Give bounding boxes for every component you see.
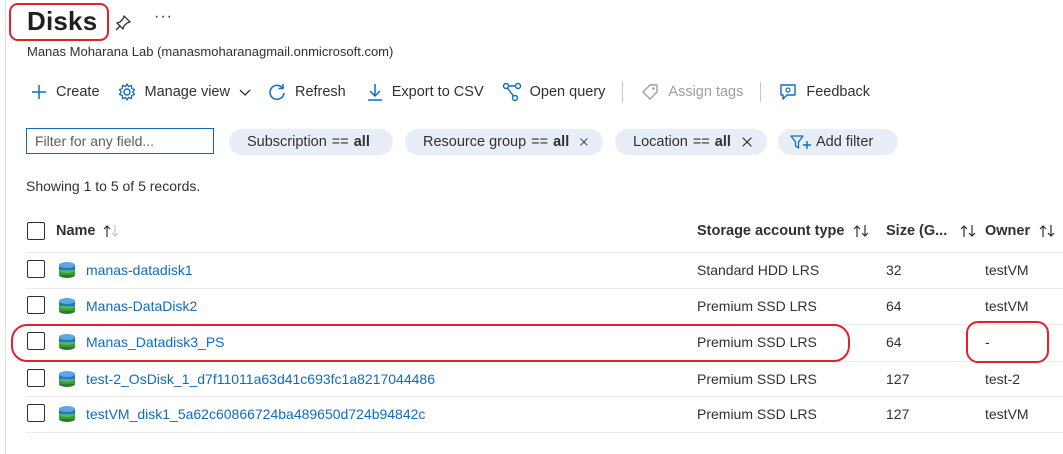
column-header-storage[interactable]: Storage account type <box>697 220 872 242</box>
disk-icon <box>59 371 75 387</box>
row-divider <box>26 396 1063 397</box>
toolbar-divider <box>760 82 762 102</box>
sort-icon <box>103 225 118 237</box>
gear-icon <box>118 83 135 101</box>
create-button[interactable]: Create <box>30 83 100 101</box>
column-header-owner-label: Owner <box>985 223 1031 239</box>
location-filter-value: all <box>714 134 731 150</box>
directory-subtitle: Manas Moharana Lab (manasmoharanagmail.o… <box>27 44 394 59</box>
refresh-icon <box>269 84 285 101</box>
row-divider <box>26 361 1063 362</box>
subscription-filter-operator: == <box>331 134 349 150</box>
owner-cell: testVM <box>985 298 1029 314</box>
size-cell: 64 <box>886 298 902 314</box>
column-header-owner[interactable]: Owner <box>985 220 1058 242</box>
owner-cell: testVM <box>985 406 1029 422</box>
location-filter-pill[interactable]: Location == all <box>615 129 767 155</box>
size-cell: 127 <box>886 406 910 422</box>
row-divider <box>26 288 1063 289</box>
disk-name-link[interactable]: testVM_disk1_5a62c60866724ba489650d724b9… <box>86 406 425 422</box>
records-count: Showing 1 to 5 of 5 records. <box>26 178 201 194</box>
sort-icon <box>1039 225 1055 237</box>
open-query-label: Open query <box>529 84 606 100</box>
query-icon <box>502 82 521 102</box>
create-label: Create <box>56 84 100 100</box>
disk-icon <box>59 298 75 314</box>
feedback-label: Feedback <box>806 84 871 100</box>
storage-type-cell: Premium SSD LRS <box>697 298 817 314</box>
export-csv-button[interactable]: Export to CSV <box>366 82 484 102</box>
resource-group-filter-label: Resource group <box>423 134 527 150</box>
column-header-name-label: Name <box>56 223 96 239</box>
disk-icon <box>59 262 75 278</box>
row-checkbox[interactable] <box>27 369 45 387</box>
row-divider <box>26 324 1063 325</box>
disk-name-link[interactable]: Manas_Datadisk3_PS <box>86 334 225 350</box>
storage-type-cell: Premium SSD LRS <box>697 371 817 387</box>
disk-name-link[interactable]: test-2_OsDisk_1_d7f11011a63d41c693fc1a82… <box>86 371 435 387</box>
add-filter-label: Add filter <box>816 134 874 150</box>
chevron-down-icon <box>239 89 251 96</box>
disk-name-link[interactable]: manas-datadisk1 <box>86 262 193 278</box>
subscription-filter-pill[interactable]: Subscription == all <box>229 129 393 155</box>
owner-cell: testVM <box>985 262 1029 278</box>
resource-group-filter-value: all <box>553 134 570 150</box>
row-checkbox[interactable] <box>27 332 45 350</box>
page-title: Disks <box>27 6 98 36</box>
open-query-button[interactable]: Open query <box>502 82 606 102</box>
manage-view-button[interactable]: Manage view <box>117 82 252 102</box>
row-checkbox[interactable] <box>27 404 45 422</box>
subscription-filter-label: Subscription <box>247 134 327 150</box>
sort-icon <box>854 225 869 237</box>
pin-icon[interactable] <box>114 14 132 32</box>
more-options-icon[interactable]: ··· <box>154 8 173 26</box>
command-bar: Create Manage view Refresh Export to CSV <box>30 80 870 104</box>
disk-icon <box>59 334 75 350</box>
add-filter-button[interactable]: Add filter <box>778 129 898 155</box>
refresh-button[interactable]: Refresh <box>267 82 346 102</box>
storage-type-cell: Premium SSD LRS <box>697 334 817 350</box>
location-filter-label: Location <box>633 134 688 150</box>
column-header-size-label: Size (G... <box>886 223 948 239</box>
resource-group-filter-pill[interactable]: Resource group == all <box>405 129 603 155</box>
size-cell: 127 <box>886 371 910 387</box>
header-divider <box>26 252 1063 253</box>
plus-icon <box>32 85 46 99</box>
refresh-label: Refresh <box>294 84 346 100</box>
location-filter-operator: == <box>692 134 710 150</box>
toolbar-divider <box>622 82 624 102</box>
row-checkbox[interactable] <box>27 296 45 314</box>
export-csv-label: Export to CSV <box>391 84 484 100</box>
owner-highlight <box>966 321 1049 363</box>
select-all-checkbox[interactable] <box>27 222 45 240</box>
assign-tags-label: Assign tags <box>668 84 744 100</box>
feedback-button[interactable]: Feedback <box>778 82 870 102</box>
storage-type-cell: Standard HDD LRS <box>697 262 820 278</box>
manage-view-label: Manage view <box>144 84 230 100</box>
size-cell: 32 <box>886 262 902 278</box>
feedback-icon <box>780 84 797 100</box>
close-icon[interactable] <box>741 135 753 149</box>
sort-icon <box>960 225 976 237</box>
disk-name-link[interactable]: Manas-DataDisk2 <box>86 298 197 314</box>
subscription-filter-value: all <box>353 134 370 150</box>
download-icon <box>367 84 382 101</box>
close-icon[interactable] <box>579 135 589 149</box>
page-left-border <box>5 0 6 454</box>
storage-type-cell: Premium SSD LRS <box>697 406 817 422</box>
tag-icon <box>642 84 659 100</box>
owner-cell: test-2 <box>985 371 1021 387</box>
column-header-size[interactable]: Size (G... <box>886 220 979 242</box>
owner-cell: - <box>985 334 990 350</box>
column-header-name[interactable]: Name <box>56 220 122 242</box>
size-cell: 64 <box>886 334 902 350</box>
add-filter-icon <box>790 135 811 149</box>
resource-group-filter-operator: == <box>531 134 549 150</box>
column-header-storage-label: Storage account type <box>697 223 845 239</box>
disk-icon <box>59 406 75 422</box>
filter-input[interactable] <box>26 128 214 154</box>
row-checkbox[interactable] <box>27 260 45 278</box>
assign-tags-button[interactable]: Assign tags <box>640 82 743 102</box>
row-divider <box>26 432 1063 433</box>
